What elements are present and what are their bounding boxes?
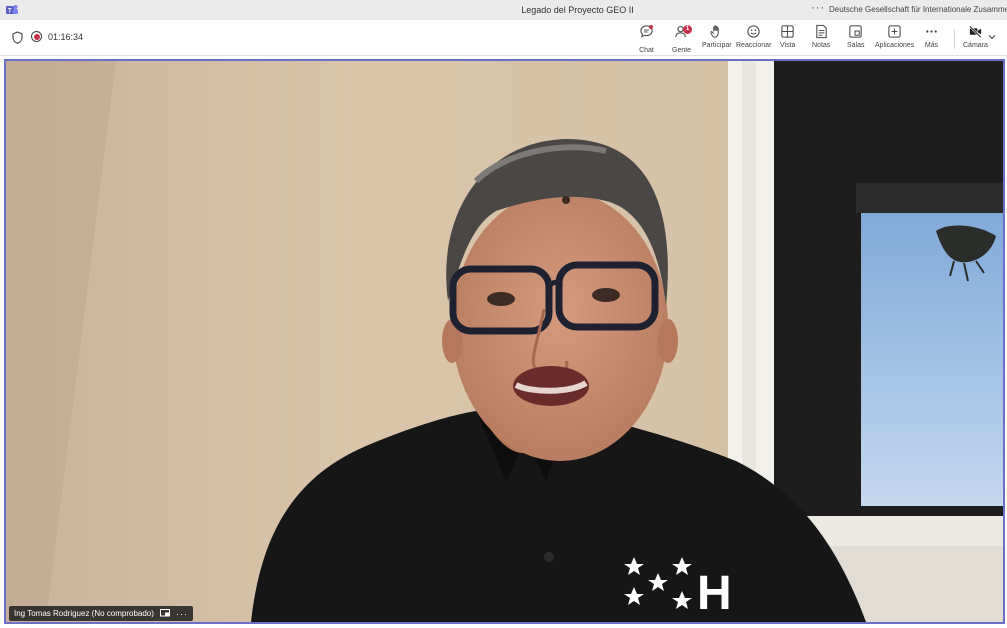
grid-view-icon: [781, 25, 794, 38]
camera-button[interactable]: Cámara: [963, 24, 988, 52]
chevron-down-icon[interactable]: [988, 33, 996, 41]
react-button[interactable]: Reaccionar: [736, 24, 771, 52]
chat-label: Chat: [639, 47, 654, 54]
add-apps-icon: [888, 25, 901, 38]
more-button[interactable]: Más: [924, 24, 939, 52]
teams-logo-icon: T: [6, 5, 18, 15]
participant-name: Ing Tomas Rodriguez (No comprobado): [14, 609, 154, 618]
raise-hand-icon: [710, 25, 719, 38]
title-bar: T Legado del Proyecto GEO II ··· Deutsch…: [0, 0, 1007, 20]
breakout-rooms-icon: [849, 25, 862, 38]
more-icon: [926, 30, 937, 33]
video-stage: H Ing Tomas Rodriguez (No comprobado) ··…: [4, 59, 1005, 624]
view-button[interactable]: Vista: [780, 24, 795, 52]
apps-label: Aplicaciones: [875, 42, 915, 49]
apps-button[interactable]: Aplicaciones: [875, 24, 914, 52]
participant-name-tag[interactable]: Ing Tomas Rodriguez (No comprobado) ···: [9, 606, 193, 621]
participant-more-button[interactable]: ···: [176, 609, 188, 619]
more-label: Más: [924, 42, 939, 49]
people-badge: 1: [683, 25, 693, 34]
meeting-toolbar: 01:16:34 Chat 1 Gente Participar Reaccio…: [0, 20, 1007, 56]
rooms-label: Salas: [847, 42, 865, 49]
organization-name[interactable]: Deutsche Gesellschaft für Internationale…: [829, 5, 1007, 14]
notes-icon: [815, 24, 827, 39]
meeting-timer: 01:16:34: [48, 32, 84, 42]
recording-icon: [31, 31, 42, 42]
chat-button[interactable]: Chat: [639, 24, 654, 54]
smiley-icon: [747, 25, 760, 38]
camera-label: Cámara: [963, 42, 988, 49]
rooms-button[interactable]: Salas: [847, 24, 865, 52]
svg-text:T: T: [8, 9, 12, 15]
screen-share-icon: [159, 609, 170, 617]
participant-video: H: [6, 61, 1003, 622]
view-label: Vista: [780, 42, 796, 49]
shield-icon[interactable]: [12, 31, 23, 44]
raise-hand-button[interactable]: Participar: [702, 24, 732, 52]
shirt-emblem-letter: H: [697, 567, 732, 620]
window-more-button[interactable]: ···: [811, 2, 825, 14]
raise-hand-label: Participar: [702, 42, 732, 49]
toolbar-divider: [954, 29, 955, 49]
notes-button[interactable]: Notas: [812, 24, 830, 52]
people-button[interactable]: 1 Gente: [672, 24, 693, 54]
camera-off-icon: [969, 25, 982, 38]
react-label: Reaccionar: [736, 42, 772, 49]
notes-label: Notas: [812, 42, 831, 49]
chat-unread-dot: [649, 25, 653, 29]
people-label: Gente: [672, 47, 692, 54]
